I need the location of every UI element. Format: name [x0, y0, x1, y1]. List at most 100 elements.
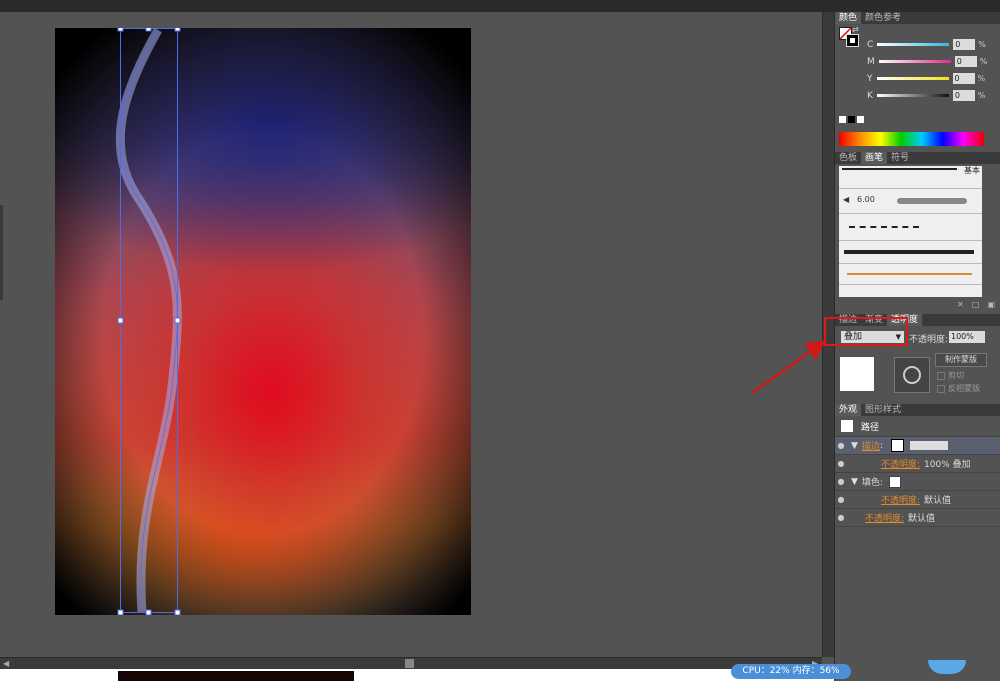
highlight-box: [824, 317, 908, 346]
eye-icon[interactable]: ●: [835, 513, 847, 522]
brush-new-icon[interactable]: □: [972, 300, 980, 310]
white-swatch[interactable]: [857, 116, 864, 123]
fill-opacity-link[interactable]: 不透明度:: [881, 493, 920, 506]
eye-icon[interactable]: ●: [835, 495, 847, 504]
cyan-unit: %: [978, 40, 986, 49]
disclosure-triangle-icon[interactable]: ▼: [851, 477, 858, 487]
tab-color-guide[interactable]: 颜色参考: [861, 12, 905, 24]
swap-icon[interactable]: ⇄: [852, 25, 859, 34]
stroke-opacity-value: 100% 叠加: [924, 460, 971, 470]
magenta-label: M: [867, 56, 875, 67]
black-swatch[interactable]: [848, 116, 855, 123]
stroke-link[interactable]: 描边: [862, 439, 880, 452]
opacity-value: 100%: [951, 332, 974, 341]
object-thumbnail[interactable]: [840, 357, 874, 391]
invert-mask-checkbox[interactable]: 反相蒙版: [937, 383, 980, 394]
appearance-header: 路径: [835, 416, 1000, 437]
appearance-row-stroke[interactable]: ● ▼ 描边 :: [835, 437, 1000, 455]
brush-charcoal[interactable]: ◀ 6.00: [839, 189, 982, 214]
mask-thumbnail[interactable]: [894, 357, 930, 393]
right-panel-dock: 颜色 颜色参考 ⇄ C 0 % M 0 % Y 0 % K 0 % 色板 画笔 …: [834, 12, 1000, 681]
brush-panel-tabs: 色板 画笔 符号: [835, 152, 1000, 164]
artboard[interactable]: [55, 28, 471, 615]
disclosure-triangle-icon[interactable]: ▼: [851, 441, 858, 451]
stroke-weight-field[interactable]: [909, 441, 948, 450]
selected-path[interactable]: [55, 28, 471, 615]
stroke-swatch[interactable]: [846, 34, 859, 47]
eye-icon[interactable]: ●: [835, 459, 847, 468]
brush-speaker-icon: ◀: [843, 195, 850, 204]
yellow-value[interactable]: 0: [952, 73, 975, 84]
tab-brushes[interactable]: 画笔: [861, 152, 888, 164]
scroll-left-arrow-icon[interactable]: ◀: [3, 659, 9, 668]
handle: [117, 317, 124, 324]
yellow-label: Y: [867, 73, 873, 84]
cyan-slider-row: C 0 %: [863, 36, 1000, 53]
taskbar-thumbnail[interactable]: [118, 671, 354, 681]
tab-color[interactable]: 颜色: [835, 12, 862, 24]
handle: [174, 317, 181, 324]
tab-graphic-styles[interactable]: 图形样式: [861, 404, 905, 416]
appearance-panel-tabs: 外观 图形样式: [835, 404, 1000, 416]
magenta-value[interactable]: 0: [954, 56, 977, 67]
opacity-input[interactable]: 100%: [949, 331, 985, 343]
clip-checkbox[interactable]: 剪切: [937, 370, 964, 381]
black-slider[interactable]: [876, 94, 949, 97]
magenta-slider[interactable]: [878, 60, 951, 63]
yellow-slider-row: Y 0 %: [863, 70, 1000, 87]
brush-list[interactable]: 基本 ◀ 6.00: [839, 166, 982, 297]
brush-options-icon[interactable]: ✕: [957, 300, 964, 310]
quick-swatches: [839, 116, 864, 123]
brush-dashed[interactable]: [839, 214, 982, 241]
black-slider-row: K 0 %: [863, 87, 1000, 104]
magenta-slider-row: M 0 %: [863, 53, 1000, 70]
eye-icon[interactable]: ●: [835, 477, 847, 486]
brush-arrow[interactable]: [839, 264, 982, 285]
black-label: K: [867, 90, 873, 101]
fill-label: 填色:: [861, 478, 883, 488]
handle: [145, 28, 152, 32]
tab-appearance[interactable]: 外观: [835, 404, 862, 416]
cyan-label: C: [867, 39, 874, 50]
handle: [117, 609, 124, 615]
brush-size: 6.00: [857, 195, 875, 204]
tab-symbols[interactable]: 符号: [887, 152, 913, 164]
none-swatch[interactable]: [839, 116, 846, 123]
tools-panel-edge[interactable]: [0, 205, 3, 300]
black-value[interactable]: 0: [952, 90, 975, 101]
cyan-value[interactable]: 0: [953, 39, 976, 50]
color-panel: ⇄ C 0 % M 0 % Y 0 % K 0 %: [835, 24, 1000, 146]
brush-delete-icon[interactable]: ▣: [987, 300, 995, 310]
brush-basic[interactable]: 基本: [839, 166, 982, 189]
appearance-row-fill-opacity[interactable]: ● 不透明度: 默认值: [835, 491, 1000, 509]
black-unit: %: [977, 91, 986, 100]
stroke-colon: :: [879, 440, 883, 451]
eye-icon[interactable]: ●: [835, 441, 847, 450]
yellow-slider[interactable]: [876, 77, 949, 80]
path-thumbnail: [841, 420, 853, 432]
stroke-opacity-link[interactable]: 不透明度:: [881, 457, 920, 470]
object-opacity-value: 默认值: [908, 514, 936, 524]
tab-swatches[interactable]: 色板: [835, 152, 861, 164]
opacity-label: 不透明度:: [909, 335, 949, 345]
menu-bar: [0, 0, 1000, 12]
color-panel-tabs: 颜色 颜色参考: [835, 12, 1000, 24]
appearance-title: 路径: [861, 422, 880, 433]
horizontal-scroll-thumb[interactable]: [405, 659, 414, 668]
appearance-row-fill[interactable]: ● ▼ 填色:: [835, 473, 1000, 491]
object-opacity-link[interactable]: 不透明度:: [865, 511, 904, 524]
make-mask-button[interactable]: 制作蒙版: [935, 353, 987, 367]
invert-mask-label: 反相蒙版: [948, 384, 980, 393]
cyan-slider[interactable]: [877, 43, 950, 46]
fill-none-swatch[interactable]: [888, 475, 901, 488]
handle: [117, 28, 124, 32]
appearance-panel: 路径 ● ▼ 描边 : ● 不透明度: 100% 叠加 ● ▼ 填色: ● 不透…: [835, 416, 1000, 527]
handle: [145, 609, 152, 615]
brush-basic-label: 基本: [964, 166, 980, 175]
color-spectrum[interactable]: [839, 132, 984, 146]
stroke-swatch-small[interactable]: [890, 439, 904, 452]
brush-rough[interactable]: [839, 241, 982, 264]
appearance-row-stroke-opacity[interactable]: ● 不透明度: 100% 叠加: [835, 455, 1000, 473]
handle: [174, 28, 181, 32]
appearance-row-object-opacity[interactable]: ● 不透明度: 默认值: [835, 509, 1000, 527]
